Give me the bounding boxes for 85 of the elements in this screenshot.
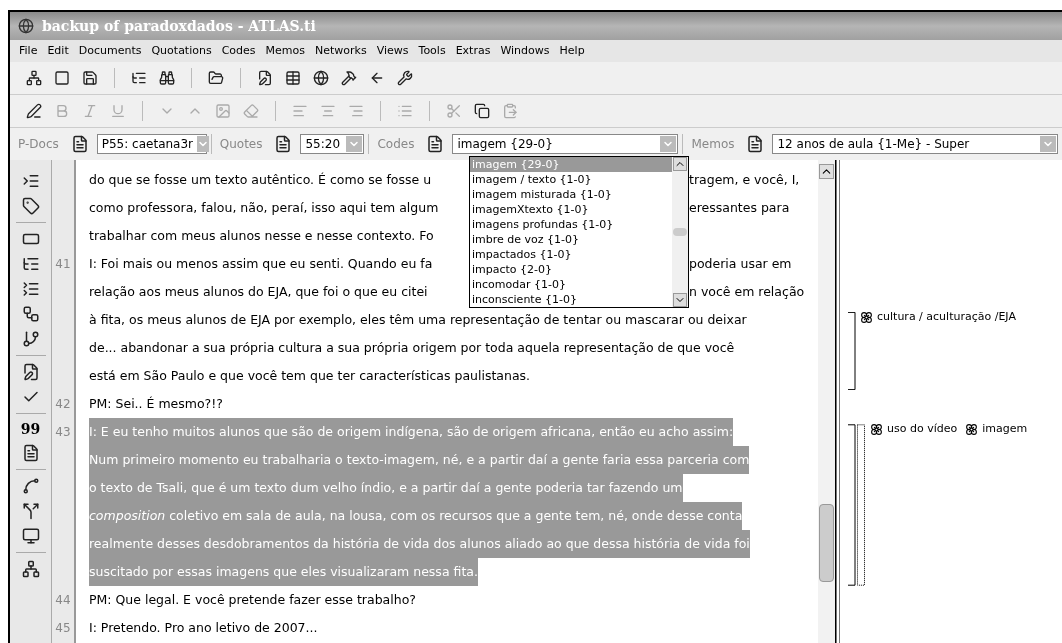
list-icon[interactable] [21, 255, 40, 273]
edit-document-icon[interactable] [21, 363, 40, 381]
edit-document-icon[interactable] [257, 70, 273, 86]
line-number: 45 [55, 620, 71, 637]
copy-icon[interactable] [474, 103, 490, 119]
pen-icon[interactable] [26, 103, 42, 119]
menu-item[interactable]: Networks [310, 42, 372, 60]
text-line: do que se fosse um texto autêntico. É como se fosse u [89, 171, 432, 187]
flower-icon [860, 310, 873, 324]
combo-box[interactable]: 12 anos de aula {1-Me} - Super [772, 134, 1058, 154]
navigator-label: Memos [690, 136, 736, 153]
menu-item[interactable]: File [14, 42, 43, 60]
dropdown-item[interactable]: incomodar {1-0} [470, 277, 672, 292]
document-icon[interactable] [746, 135, 765, 153]
arrow-left-icon[interactable] [369, 70, 385, 86]
workflow-icon[interactable] [21, 305, 40, 323]
navigator-label: P-Docs [17, 136, 60, 153]
split-icon[interactable] [21, 502, 40, 520]
document-icon[interactable] [21, 444, 40, 462]
list-icon[interactable] [131, 70, 147, 86]
code-tag[interactable]: uso do vídeo [870, 421, 958, 438]
menu-item[interactable]: Documents [73, 42, 147, 60]
document-icon[interactable] [70, 135, 89, 153]
scroll-thumb[interactable] [819, 504, 834, 582]
scrollbar[interactable] [672, 157, 688, 307]
document-icon[interactable] [426, 135, 445, 153]
dropdown-item[interactable]: imagens profundas {1-0} [470, 217, 672, 232]
line-number: 41 [55, 256, 71, 273]
dropdown-item[interactable]: imbre de voz {1-0} [470, 232, 672, 247]
menu-item[interactable]: Help [554, 42, 590, 60]
navigator-label: Codes [376, 136, 416, 153]
scrollbar[interactable] [818, 160, 835, 643]
menu-item[interactable]: Windows [495, 42, 555, 60]
quote-button[interactable]: 99 [20, 421, 41, 437]
menu-item[interactable]: Quotations [146, 42, 217, 60]
dropdown-item[interactable]: impactados {1-0} [470, 247, 672, 262]
dropdown-item[interactable]: imagem misturada {1-0} [470, 187, 672, 202]
line-number: 43 [55, 424, 71, 441]
navigator-label: Quotes [218, 136, 264, 153]
code-tag[interactable]: imagem [965, 421, 1028, 438]
dropdown-item[interactable]: impacto {2-0} [470, 262, 672, 277]
branch-icon[interactable] [21, 330, 40, 348]
tag-icon[interactable] [21, 197, 40, 215]
text-line: eressantes para [689, 198, 790, 217]
document-icon[interactable] [274, 135, 293, 153]
list-icon[interactable] [21, 280, 40, 298]
combo-box[interactable]: P55: caetana3r [96, 134, 207, 154]
text-line: poderia usar em [689, 254, 792, 273]
menu-item[interactable]: Views [371, 42, 414, 60]
save-icon[interactable] [82, 70, 98, 86]
flower-icon [965, 422, 979, 436]
curve-icon[interactable] [21, 477, 40, 495]
text-line: tragem, e você, I, [689, 170, 800, 189]
menu-item[interactable]: Codes [216, 42, 261, 60]
window-title: backup of paradoxdados - ATLAS.ti [42, 16, 316, 36]
line-number: 44 [55, 592, 71, 609]
monitor-icon[interactable] [21, 527, 40, 545]
text-line: I: Foi mais ou menos assim que eu senti. Quando eu fa [89, 255, 433, 271]
network-icon[interactable] [26, 70, 42, 86]
line-number: 42 [55, 396, 71, 413]
indent-icon[interactable] [21, 172, 40, 190]
dropdown-item[interactable]: inconsciente {1-0} [470, 292, 672, 307]
menu-item[interactable]: Tools [413, 42, 451, 60]
text-line: relação aos meus alunos do EJA, que foi o que eu citei [89, 283, 428, 299]
binoculars-icon[interactable] [159, 70, 175, 86]
folder-icon[interactable] [208, 70, 224, 86]
dropdown-item[interactable]: imagemXtexto {1-0} [470, 202, 672, 217]
menu-item[interactable]: Memos [260, 42, 310, 60]
network-icon[interactable] [21, 560, 40, 578]
window-icon[interactable] [54, 70, 70, 86]
dropdown-item[interactable]: imagem / texto {1-0} [470, 172, 672, 187]
text-line: como professora, falou, não, peraí, isso aqui tem algum [89, 199, 439, 215]
globe-icon[interactable] [313, 70, 329, 86]
app-icon [18, 18, 34, 34]
table-icon[interactable] [285, 70, 301, 86]
combo-box[interactable]: imagem {29-0} [452, 134, 679, 154]
text-line: n você em relação [689, 282, 805, 301]
wrench-icon[interactable] [397, 70, 413, 86]
combo-box[interactable]: 55:20 [300, 134, 365, 154]
menu-item[interactable]: Extras [450, 42, 496, 60]
flower-icon [870, 422, 883, 436]
code-tag[interactable]: cultura / aculturação /EJA [860, 309, 1016, 326]
hammer-icon[interactable] [341, 70, 357, 86]
menu-item[interactable]: Edit [42, 42, 74, 60]
scroll-thumb[interactable] [673, 228, 687, 236]
